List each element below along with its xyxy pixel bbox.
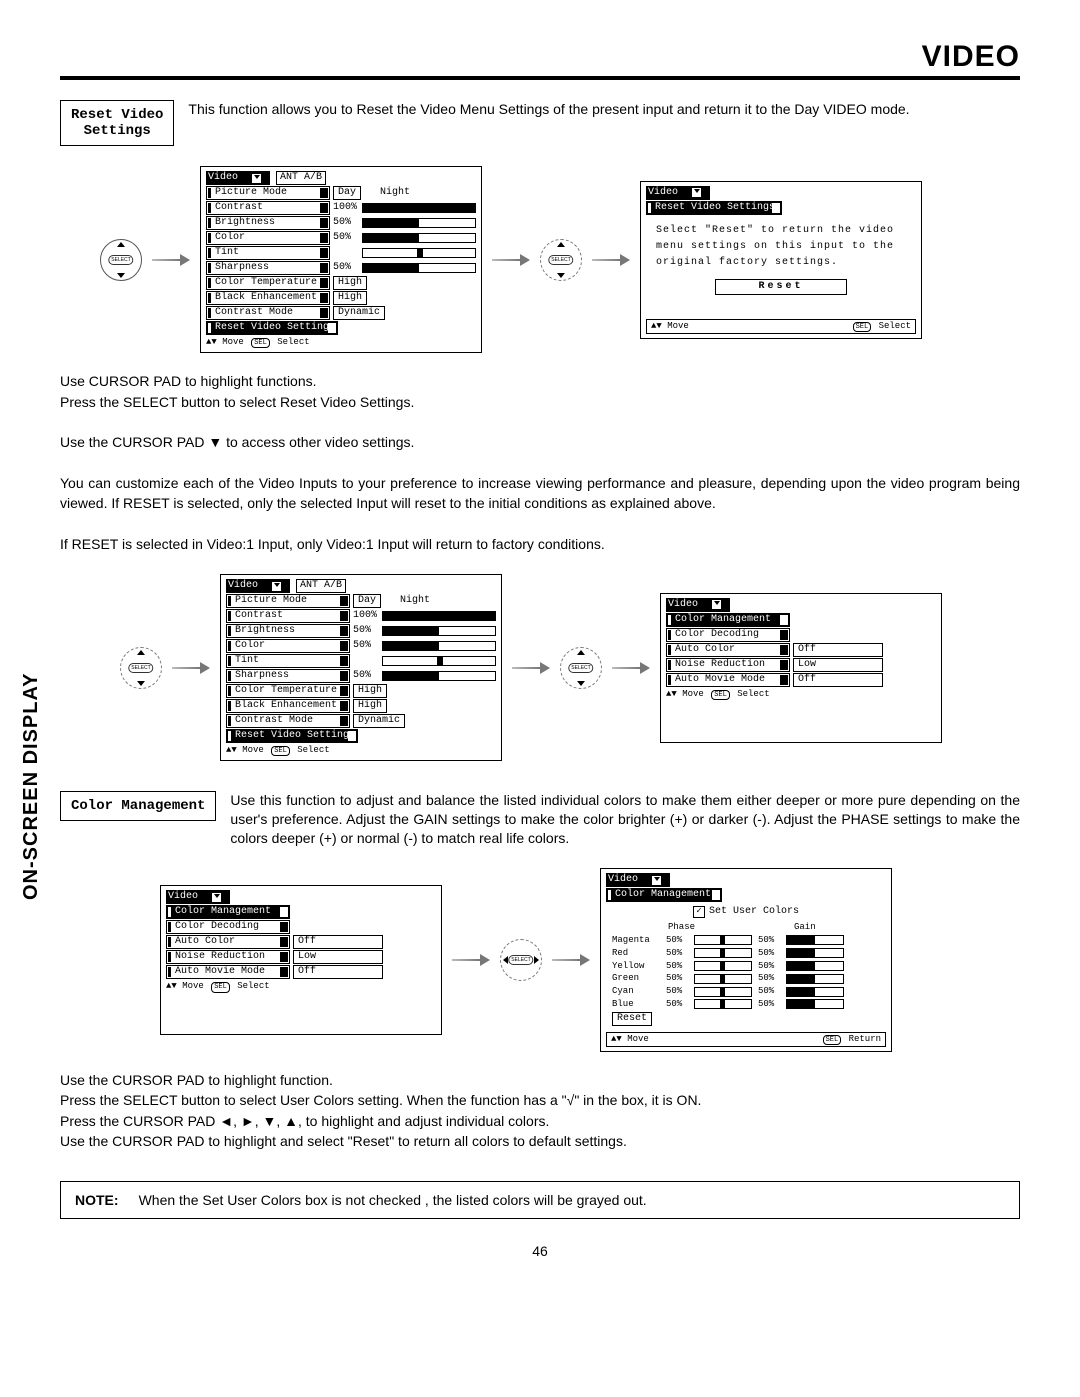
arrow-right-icon (452, 954, 490, 966)
arrow-right-icon (172, 662, 210, 674)
osd-video-menu: Video ANT A/B Picture Mode DayNight Cont… (220, 574, 502, 761)
page-title: VIDEO (60, 40, 1020, 76)
arrow-right-icon (552, 954, 590, 966)
color-management-heading: Color Management (60, 791, 216, 821)
cursor-pad-icon: SELECT (500, 939, 542, 981)
arrow-right-icon (592, 254, 630, 266)
arrow-right-icon (152, 254, 190, 266)
cursor-pad-icon: SELECT (560, 647, 602, 689)
cursor-pad-icon: SELECT (120, 647, 162, 689)
instruction-text: Use the CURSOR PAD to highlight function… (60, 1070, 1020, 1151)
osd-color-management-detail: Video Color Management ✓Set User Colors … (600, 868, 892, 1052)
page-number: 46 (60, 1243, 1020, 1259)
cursor-pad-icon: SELECT (540, 239, 582, 281)
instruction-text: Use CURSOR PAD to highlight functions. P… (60, 371, 1020, 554)
header-rule (60, 76, 1020, 80)
reset-video-settings-desc: This function allows you to Reset the Vi… (188, 100, 1020, 119)
osd-video-menu: Video ANT A/B Picture Mode DayNight Cont… (200, 166, 482, 353)
vertical-section-label: ON-SCREEN DISPLAY (20, 673, 43, 900)
osd-reset-dialog: Video Reset Video Settings Select "Reset… (640, 181, 922, 339)
osd-color-management-list: Video Color Management Color Decoding Au… (660, 593, 942, 743)
reset-button[interactable]: Reset (715, 279, 847, 295)
checkbox-icon[interactable]: ✓ (693, 906, 705, 918)
osd-color-management-list: Video Color Management Color Decoding Au… (160, 885, 442, 1035)
reset-video-settings-heading: Reset Video Settings (60, 100, 174, 146)
color-management-desc: Use this function to adjust and balance … (230, 791, 1020, 848)
cursor-pad-icon: SELECT (100, 239, 142, 281)
arrow-right-icon (612, 662, 650, 674)
arrow-right-icon (512, 662, 550, 674)
reset-colors-button[interactable]: Reset (612, 1012, 652, 1026)
arrow-right-icon (492, 254, 530, 266)
note-box: NOTE: When the Set User Colors box is no… (60, 1181, 1020, 1219)
